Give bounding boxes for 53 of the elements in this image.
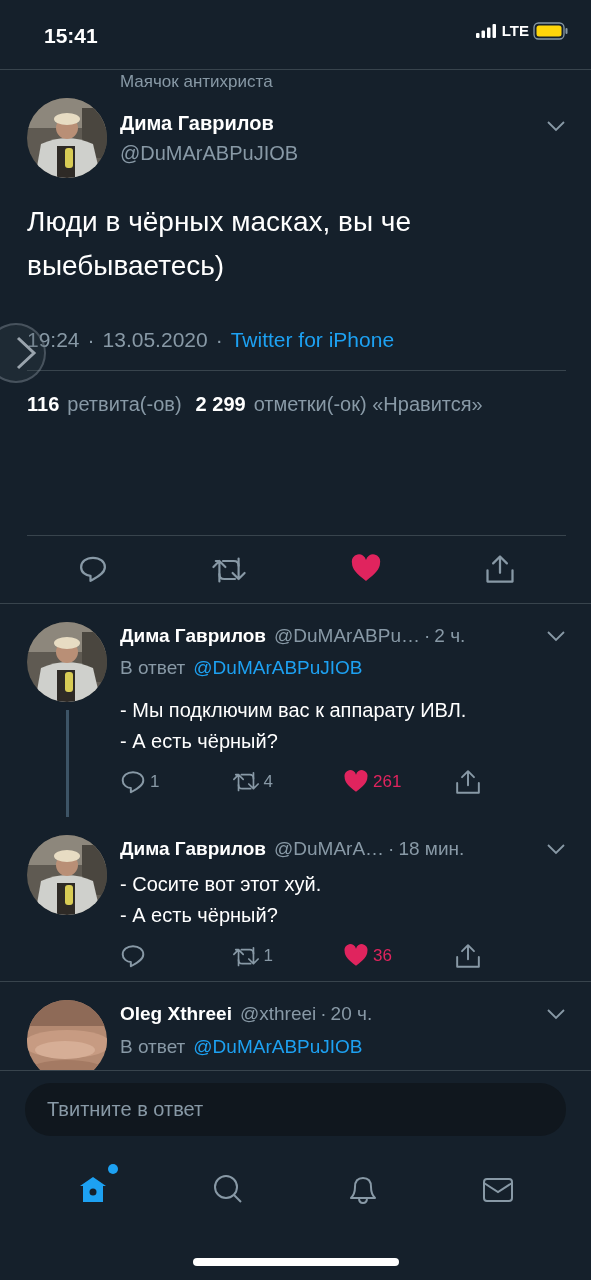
network-label: LTE [501, 21, 529, 41]
author-name: Oleg Xthreei [120, 1002, 232, 1026]
reply-time: 18 мин. [398, 836, 466, 861]
count: 1 [150, 770, 160, 793]
separator-dot: · [87, 327, 95, 353]
comment-icon[interactable] [120, 768, 146, 795]
like-count: 2 299 [195, 391, 246, 417]
retweet-icon[interactable] [231, 944, 260, 968]
author-name: Дима Гаврилов [120, 111, 275, 136]
separator-dot: · [215, 327, 223, 353]
signal-icon [475, 24, 498, 39]
context-label: Маячок антихриста [120, 72, 274, 92]
comment-icon[interactable] [120, 943, 146, 969]
share-icon[interactable] [484, 554, 515, 584]
author-handle: @DuMArA… [274, 836, 385, 861]
chevron-icon[interactable] [546, 842, 566, 855]
mention-link[interactable]: @DuMArABPuJIOB [193, 1035, 363, 1057]
reply-text: - Сосите вот этот хуй. - А есть чёрный? [120, 872, 323, 928]
count: 1 [263, 945, 273, 968]
battery-icon [533, 22, 569, 41]
comment-icon[interactable] [78, 554, 109, 584]
tweet-text: Люди в чёрных масках, вы че выебываетесь) [27, 205, 413, 283]
like-count: 36 [373, 945, 392, 968]
source-link[interactable]: Twitter for iPhone [230, 324, 395, 356]
reply-context-label: В ответ [120, 1035, 186, 1057]
separator-dot: · [388, 836, 395, 861]
author-name: Дима Гаврилов [120, 836, 267, 861]
author-handle: @DuMArABPu… [274, 623, 421, 648]
author-handle: @DuMArABPuJIOB [120, 141, 300, 166]
count: 4 [263, 770, 273, 793]
tweet-time: 19:24 [27, 327, 80, 353]
author-name: Дима Гаврилов [120, 623, 267, 648]
status-time: 15:41 [44, 23, 98, 49]
retweet-label: ретвита(-ов) [67, 391, 182, 417]
reply-field[interactable]: Твитните в ответ [25, 1083, 566, 1136]
tweet-date: 13.05.2020 [102, 327, 208, 353]
reply-context-label: В ответ [120, 657, 186, 678]
separator-dot: · [424, 623, 431, 648]
like-count: 261 [373, 770, 402, 793]
mention-link[interactable]: @DuMArABPuJIOB [193, 657, 363, 678]
share-icon[interactable] [454, 768, 481, 795]
reply-time: 2 ч. [434, 623, 467, 648]
reply-text: - Мы подключим вас к аппарату ИВЛ. - А есть чёрный? [120, 697, 468, 754]
chevron-icon[interactable] [546, 1008, 566, 1021]
separator-dot: · [320, 1002, 327, 1026]
reply-time: 20 ч. [330, 1002, 374, 1026]
author-handle: @xthreei [239, 1002, 317, 1026]
chevron-icon[interactable] [546, 629, 566, 642]
retweet-icon[interactable] [231, 770, 260, 793]
chevron-icon[interactable] [546, 120, 566, 132]
retweet-count: 116 [27, 391, 60, 417]
share-icon[interactable] [454, 943, 481, 969]
like-label: отметки(-ок) «Нравится» [253, 391, 483, 417]
